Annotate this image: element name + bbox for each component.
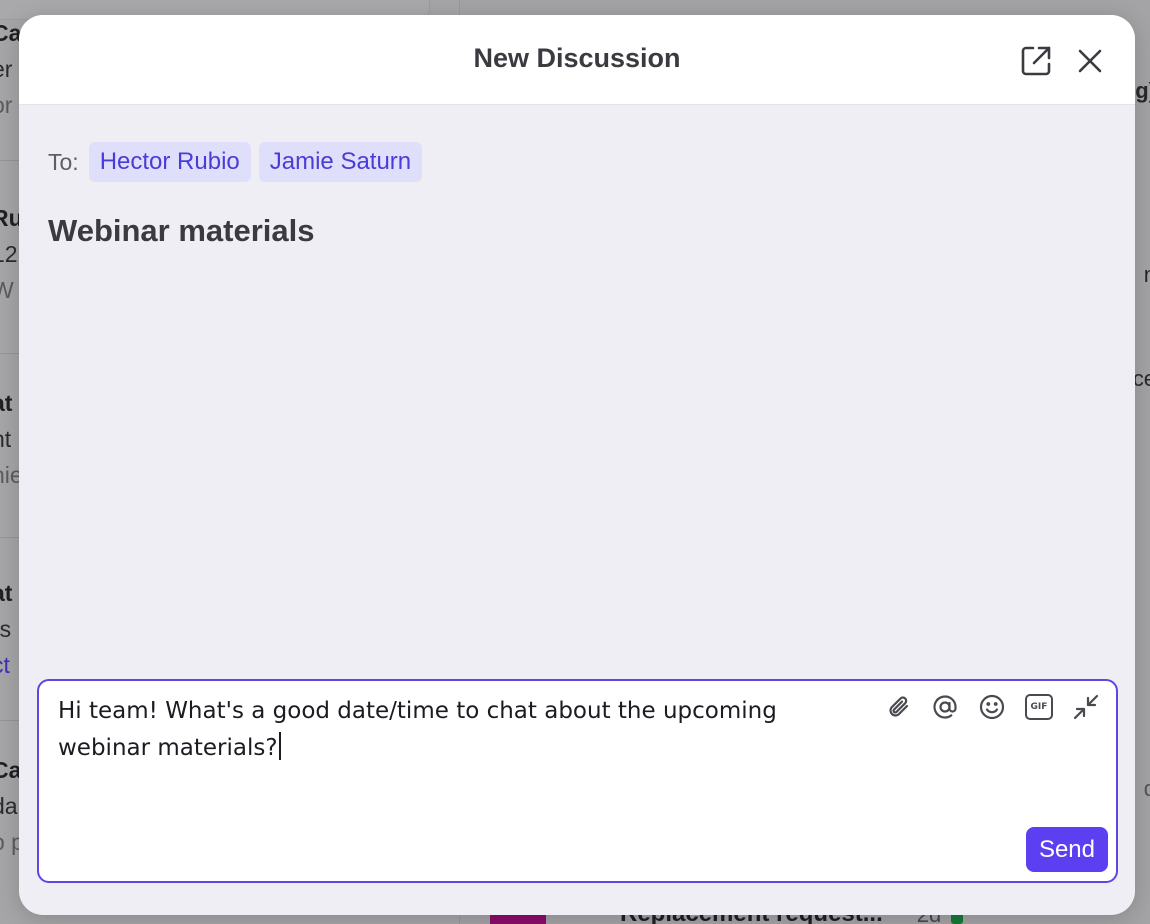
bg-item-link: ct (0, 652, 10, 678)
bg-item-title: at (0, 390, 13, 416)
bg-right-label: d (1143, 776, 1150, 801)
message-input[interactable]: Hi team! What's a good date/time to chat… (58, 693, 838, 767)
bg-item-title: at (0, 580, 13, 606)
modal-header: New Discussion (19, 15, 1135, 105)
bg-item-meta: or (0, 92, 13, 118)
message-line: Hi team! What's a good date/time to chat… (58, 698, 777, 724)
discussion-subject[interactable]: Webinar materials (48, 213, 314, 249)
collapse-icon (1072, 693, 1100, 721)
mention-button[interactable] (929, 691, 961, 723)
bg-item-line: er (0, 56, 13, 82)
emoji-button[interactable] (976, 691, 1008, 723)
text-caret (278, 732, 281, 760)
emoji-icon (978, 693, 1006, 721)
collapse-button[interactable] (1070, 691, 1102, 723)
modal-title: New Discussion (473, 43, 681, 73)
recipient-chip[interactable]: Hector Rubio (88, 142, 251, 182)
to-label: To: (48, 148, 79, 175)
popout-icon (1019, 44, 1053, 78)
attachment-icon (885, 693, 913, 721)
mention-icon (931, 693, 959, 721)
bg-item-line: 12 (0, 241, 18, 267)
close-icon (1076, 47, 1104, 75)
message-composer: Hi team! What's a good date/time to chat… (37, 679, 1118, 883)
bg-item-line: da (0, 793, 18, 819)
bg-item-line: rs (0, 616, 12, 642)
gif-button[interactable]: GIF (1023, 691, 1055, 723)
bg-item-line: nt (0, 426, 12, 452)
attach-button[interactable] (883, 691, 915, 723)
recipients-row: To: Hector Rubio Jamie Saturn (48, 141, 430, 183)
bg-right-label: n (1143, 262, 1150, 287)
gif-icon: GIF (1025, 694, 1053, 720)
bg-right-label: g) (1135, 78, 1150, 103)
new-discussion-modal: New Discussion To: Hector Rubio Jamie Sa (19, 15, 1135, 915)
bg-item-meta: W (0, 277, 14, 303)
send-button[interactable]: Send (1025, 827, 1108, 872)
recipient-chip[interactable]: Jamie Saturn (258, 142, 423, 182)
popout-button[interactable] (1016, 41, 1056, 81)
message-line: webinar materials? (58, 735, 278, 761)
bg-right-label: ce (1132, 366, 1150, 391)
close-button[interactable] (1070, 41, 1110, 81)
